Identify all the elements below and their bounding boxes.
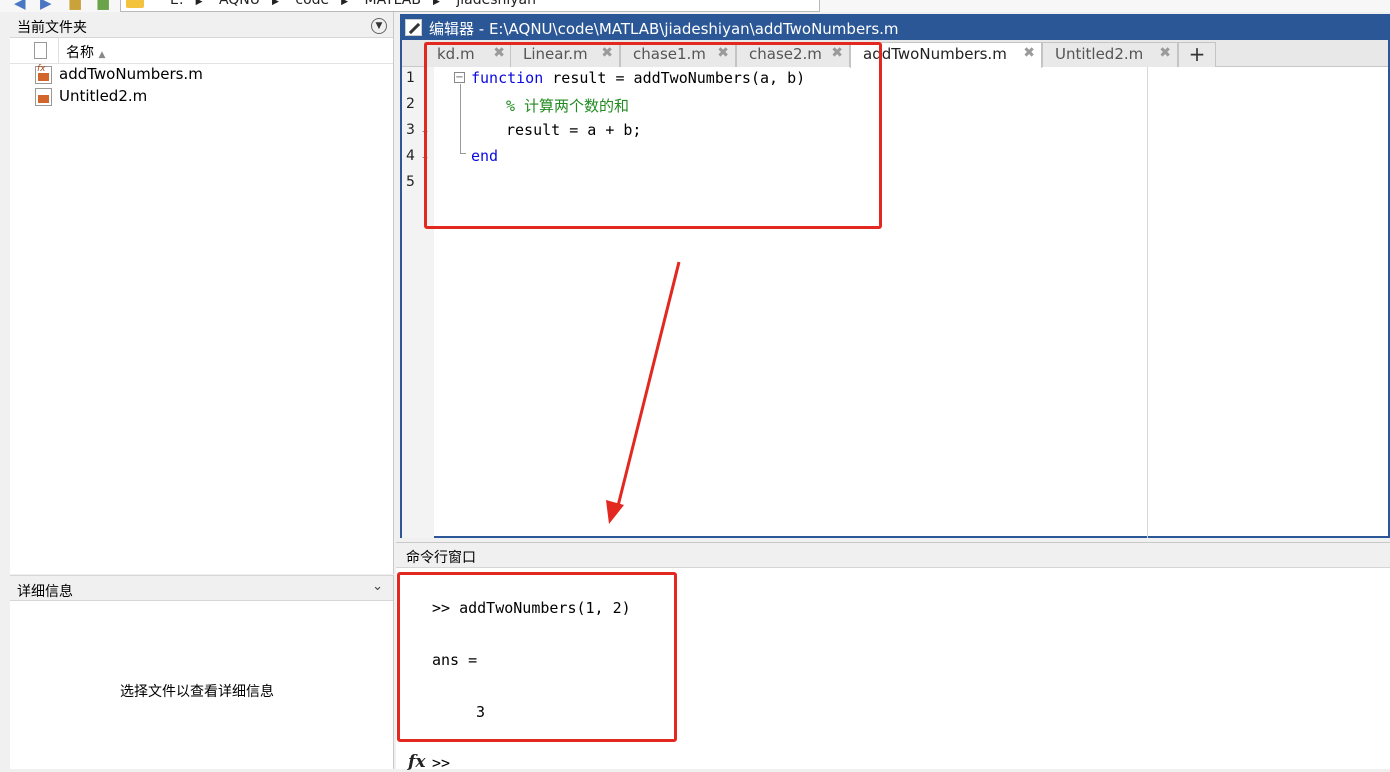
line-number: 3 [406, 122, 415, 138]
file-list-header[interactable]: 名称 ▲ [10, 38, 393, 64]
details-message: 选择文件以查看详细信息 [120, 684, 274, 700]
file-name: Untitled2.m [59, 87, 148, 105]
command-window-title: 命令行窗口 [406, 550, 476, 566]
tab-untitled2[interactable]: Untitled2.m ✖ [1042, 42, 1178, 67]
command-prompt[interactable]: >> [432, 754, 450, 772]
up-folder-icon[interactable]: ■ [68, 0, 82, 12]
command-window-header: 命令行窗口 [396, 543, 1390, 568]
back-arrow-icon[interactable]: ◀ [14, 0, 26, 12]
breadcrumb-aqnu[interactable]: AQNU [219, 0, 260, 8]
address-bar[interactable]: ◀ ▶ ■ ■ E: ▶ AQNU ▶ code ▶ MATLAB ▶ jiadeshi… [0, 0, 1390, 12]
function-browser-icon[interactable]: fx [408, 752, 425, 772]
current-folder-header: 当前文件夹 ▼ [10, 12, 393, 38]
folder-icon [126, 0, 144, 8]
line-number: 4 [406, 148, 415, 164]
editor-title: 编辑器 - E:\AQNU\code\MATLAB\jiadeshiyan\ad… [429, 20, 899, 38]
close-icon[interactable]: ✖ [1023, 45, 1035, 61]
forward-arrow-icon[interactable]: ▶ [40, 0, 52, 12]
file-row-addtwonumbers[interactable]: addTwoNumbers.m [10, 64, 393, 86]
annotation-box-code [424, 42, 882, 229]
file-type-column-icon [34, 42, 47, 59]
breadcrumb-jiadeshiyan[interactable]: jiadeshiyan [456, 0, 536, 8]
tab-label: Untitled2.m [1055, 45, 1144, 63]
function-file-icon [35, 64, 52, 84]
current-folder-panel: 当前文件夹 ▼ 名称 ▲ addTwoNumbers.m Untitled2.m [10, 12, 394, 574]
details-header[interactable]: 详细信息 ⌄ [10, 575, 393, 601]
editor-titlebar: 编辑器 - E:\AQNU\code\MATLAB\jiadeshiyan\ad… [402, 16, 1388, 40]
annotation-box-output [397, 572, 677, 742]
details-panel: 详细信息 ⌄ 选择文件以查看详细信息 [10, 575, 394, 769]
file-name: addTwoNumbers.m [59, 65, 203, 83]
current-folder-title: 当前文件夹 [17, 20, 87, 36]
name-column-header[interactable]: 名称 ▲ [66, 42, 105, 62]
close-icon[interactable]: ✖ [1159, 45, 1171, 61]
editor-icon [405, 19, 422, 36]
line-number: 5 [406, 174, 415, 190]
breadcrumb-matlab[interactable]: MATLAB [365, 0, 421, 8]
panel-menu-icon[interactable]: ▼ [371, 18, 387, 34]
right-margin-guide [1147, 67, 1148, 538]
details-title: 详细信息 [17, 584, 73, 600]
script-file-icon [35, 88, 52, 106]
breadcrumb-e[interactable]: E: [170, 0, 184, 8]
tab-label: addTwoNumbers.m [863, 45, 1007, 63]
add-tab-button[interactable]: + [1178, 42, 1216, 67]
line-number: 1 [406, 70, 415, 86]
breadcrumb-code[interactable]: code [295, 0, 329, 8]
file-row-untitled2[interactable]: Untitled2.m [10, 86, 393, 108]
line-number: 2 [406, 96, 415, 112]
browse-folder-icon[interactable]: ■ [96, 0, 110, 12]
chevron-down-icon[interactable]: ⌄ [372, 579, 383, 594]
